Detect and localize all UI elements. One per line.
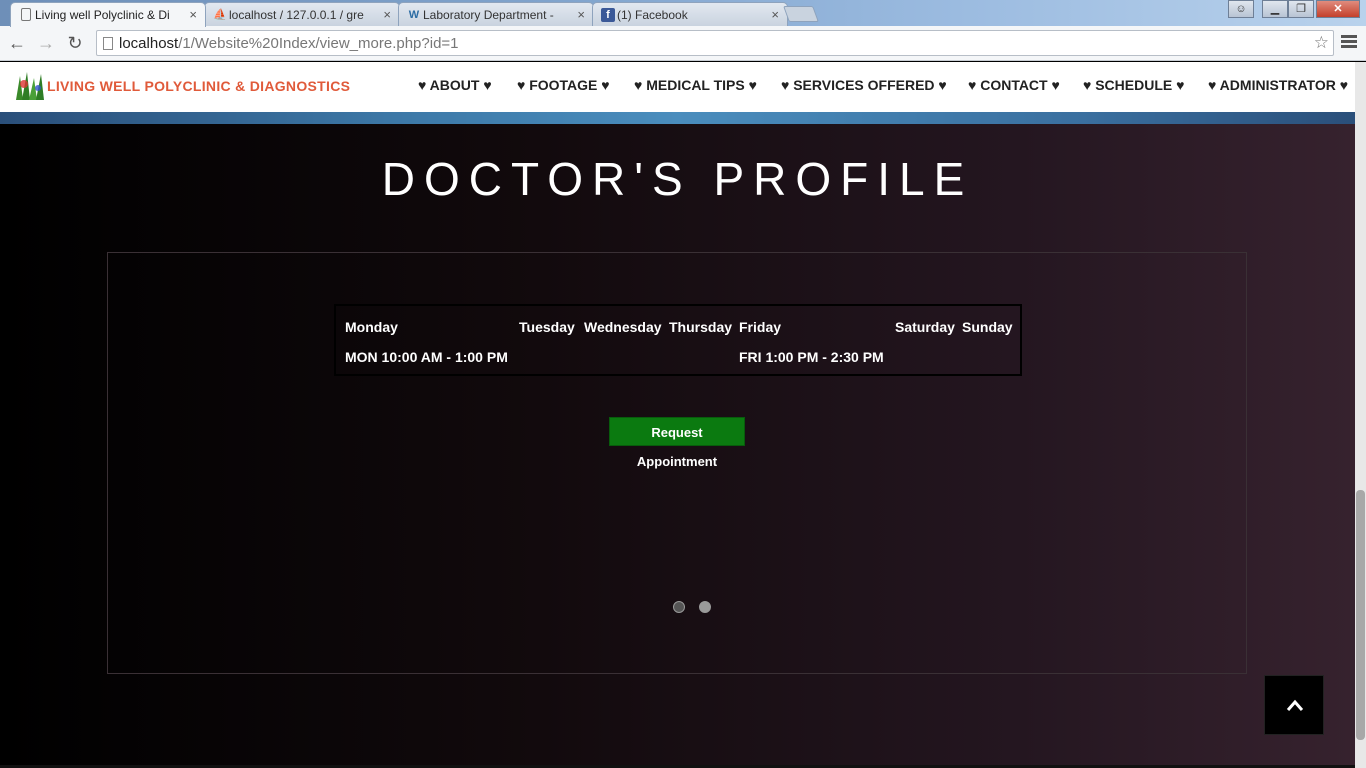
menu-icon[interactable] xyxy=(1341,33,1357,53)
day-header-wednesday: Wednesday xyxy=(584,319,662,335)
tab-title: localhost / 127.0.0.1 / gre xyxy=(229,8,364,22)
address-bar[interactable]: localhost/1/Website%20Index/view_more.ph… xyxy=(96,30,1334,56)
day-header-tuesday: Tuesday xyxy=(519,319,575,335)
url-path: /1/Website%20Index/view_more.php?id=1 xyxy=(178,35,459,52)
profile-slide-panel: Monday Tuesday Wednesday Thursday Friday… xyxy=(107,252,1247,674)
day-header-thursday: Thursday xyxy=(669,319,733,335)
back-icon[interactable]: ← xyxy=(6,32,28,54)
day-header-monday: Monday xyxy=(345,319,398,335)
facebook-icon: f xyxy=(601,8,615,22)
tab-laboratory[interactable]: W Laboratory Department - × xyxy=(398,2,594,26)
close-icon[interactable]: × xyxy=(383,7,391,22)
chevron-up-icon xyxy=(1286,699,1304,711)
carousel-dot-1[interactable] xyxy=(673,601,685,613)
nav-services-offered[interactable]: ♥ SERVICES OFFERED ♥ xyxy=(781,77,947,93)
tab-phpmyadmin[interactable]: ⛵ localhost / 127.0.0.1 / gre × xyxy=(204,2,400,26)
forward-icon[interactable]: → xyxy=(35,32,57,54)
page-icon xyxy=(21,8,31,21)
bookmark-star-icon[interactable]: ☆ xyxy=(1314,33,1329,53)
nav-schedule[interactable]: ♥ SCHEDULE ♥ xyxy=(1083,77,1184,93)
page-scrollbar[interactable] xyxy=(1355,62,1366,768)
day-header-saturday: Saturday xyxy=(895,319,955,335)
tab-living-well[interactable]: Living well Polyclinic & Di × xyxy=(10,2,206,27)
nav-contact[interactable]: ♥ CONTACT ♥ xyxy=(968,77,1060,93)
page-icon xyxy=(103,37,113,50)
hours-monday: MON 10:00 AM - 1:00 PM xyxy=(345,349,508,365)
url-host: localhost xyxy=(119,35,179,52)
carousel-dot-2[interactable] xyxy=(699,601,711,613)
new-tab-button[interactable] xyxy=(783,6,819,22)
close-icon[interactable]: × xyxy=(577,7,585,22)
browser-tab-strip: Living well Polyclinic & Di × ⛵ localhos… xyxy=(0,0,1366,27)
user-icon[interactable]: ☺ xyxy=(1228,0,1254,18)
reload-icon[interactable]: ↻ xyxy=(64,32,86,54)
scrollbar-thumb[interactable] xyxy=(1356,490,1365,740)
close-icon[interactable]: × xyxy=(771,7,779,22)
day-header-sunday: Sunday xyxy=(962,319,1013,335)
window-close-icon[interactable]: ✕ xyxy=(1316,0,1360,18)
nav-administrator[interactable]: ♥ ADMINISTRATOR ♥ xyxy=(1208,77,1348,93)
page-title: DOCTOR'S PROFILE xyxy=(381,153,974,205)
tab-title: Laboratory Department - xyxy=(423,8,554,22)
nav-about[interactable]: ♥ ABOUT ♥ xyxy=(418,77,492,93)
nav-medical-tips[interactable]: ♥ MEDICAL TIPS ♥ xyxy=(634,77,757,93)
site-header: LIVING WELL POLYCLINIC & DIAGNOSTICS ♥ A… xyxy=(0,62,1355,112)
hours-friday: FRI 1:00 PM - 2:30 PM xyxy=(739,349,884,365)
request-appointment-button[interactable]: Request Appointment xyxy=(609,417,745,469)
minimize-icon[interactable]: ▁ xyxy=(1262,0,1288,18)
header-banner-strip xyxy=(0,112,1355,124)
tab-title: Living well Polyclinic & Di xyxy=(35,8,170,22)
day-header-friday: Friday xyxy=(739,319,782,335)
tab-facebook[interactable]: f (1) Facebook × xyxy=(592,2,788,26)
browser-toolbar: ← → ↻ localhost/1/Website%20Index/view_m… xyxy=(0,26,1366,61)
back-to-top-button[interactable] xyxy=(1264,675,1324,735)
close-icon[interactable]: × xyxy=(189,7,197,22)
wordpress-icon: W xyxy=(408,9,420,21)
tab-title: (1) Facebook xyxy=(617,8,688,22)
schedule-table: Monday Tuesday Wednesday Thursday Friday… xyxy=(334,304,1022,376)
brand-name[interactable]: LIVING WELL POLYCLINIC & DIAGNOSTICS xyxy=(47,78,350,94)
logo-image xyxy=(14,70,48,102)
main-section: DOCTOR'S PROFILE Monday Tuesday Wednesda… xyxy=(0,124,1355,768)
nav-footage[interactable]: ♥ FOOTAGE ♥ xyxy=(517,77,610,93)
maximize-icon[interactable]: ❐ xyxy=(1288,0,1314,18)
phpmyadmin-icon: ⛵ xyxy=(213,9,227,21)
